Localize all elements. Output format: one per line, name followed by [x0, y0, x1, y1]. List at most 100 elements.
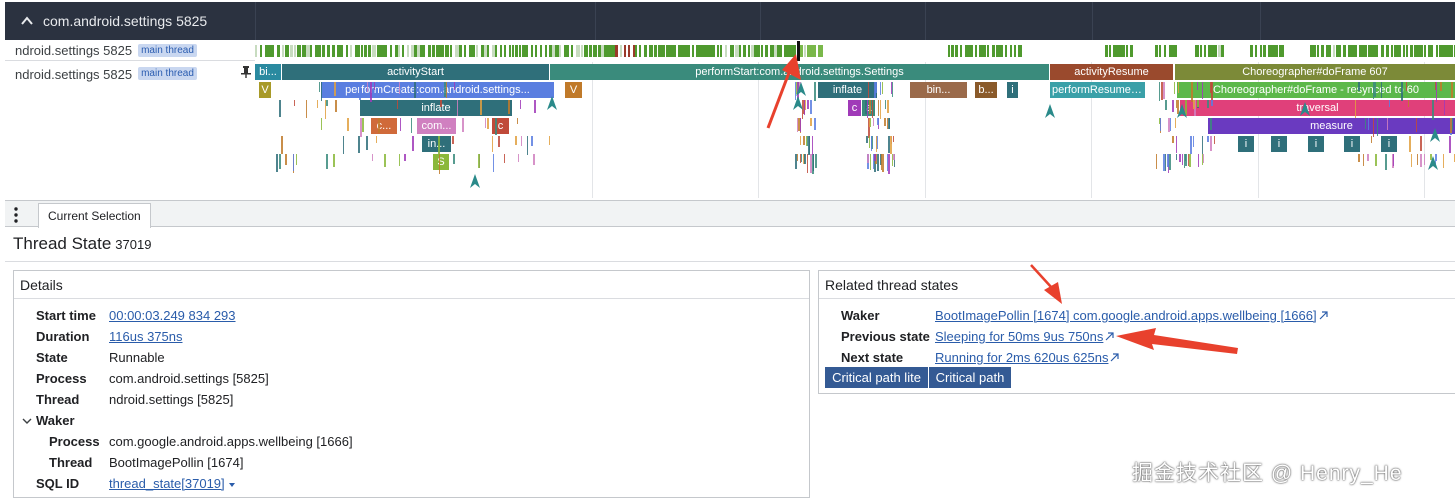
thread-state-segment[interactable]	[624, 45, 626, 57]
thread-state-segment[interactable]	[1355, 45, 1357, 57]
critical-path-lite-button[interactable]: Critical path lite	[825, 367, 928, 388]
thread-state-segment[interactable]	[432, 45, 435, 57]
thread-state-segment[interactable]	[720, 45, 722, 57]
thread-state-segment[interactable]	[581, 45, 583, 57]
trace-slice[interactable]: V	[565, 82, 582, 98]
thread-state-segment[interactable]	[1410, 45, 1413, 57]
thread-state-segment[interactable]	[593, 45, 597, 57]
thread-state-segment[interactable]	[1255, 45, 1257, 57]
thread-state-segment[interactable]	[1005, 45, 1007, 57]
trace-slice[interactable]: bin...	[910, 82, 967, 98]
thread-state-segment[interactable]	[428, 45, 431, 57]
thread-state-segment[interactable]	[322, 45, 325, 57]
thread-state-segment[interactable]	[346, 45, 348, 57]
external-link-icon[interactable]	[1319, 311, 1328, 320]
thread-state-segment[interactable]	[519, 45, 521, 57]
thread-state-segment[interactable]	[255, 45, 257, 57]
thread-state-segment[interactable]	[1381, 45, 1384, 57]
flow-arrow-icon[interactable]	[1430, 128, 1440, 142]
thread-state-segment[interactable]	[635, 45, 637, 57]
thread-state-segment[interactable]	[1200, 45, 1202, 57]
trace-slice[interactable]: V	[259, 82, 271, 98]
thread-state-segment[interactable]	[294, 45, 296, 57]
thread-state-segment[interactable]	[440, 45, 444, 57]
trace-slice[interactable]: activityResume	[1050, 64, 1173, 80]
trace-slice[interactable]: i	[1271, 136, 1287, 152]
thread-state-segment[interactable]	[385, 45, 387, 57]
waker-section-row[interactable]: Waker	[22, 410, 75, 431]
thread-state-segment[interactable]	[1263, 45, 1266, 57]
thread-state-segment[interactable]	[1436, 45, 1438, 57]
thread-state-segment[interactable]	[350, 45, 352, 57]
thread-state-segment[interactable]	[992, 45, 995, 57]
thread-state-segment[interactable]	[982, 45, 986, 57]
thread-state-segment[interactable]	[971, 45, 973, 57]
trace-slice[interactable]: bi...	[255, 64, 281, 80]
critical-path-button[interactable]: Critical path	[929, 367, 1011, 388]
thread-state-segment[interactable]	[327, 45, 330, 57]
trace-slice[interactable]: traversal	[1180, 100, 1455, 116]
thread-state-segment[interactable]	[1204, 45, 1206, 57]
thread-state-segment[interactable]	[1386, 45, 1389, 57]
thread-state-segment[interactable]	[361, 45, 363, 57]
thread-state-segment[interactable]	[739, 45, 741, 57]
pin-icon[interactable]	[241, 66, 251, 78]
thread-state-segment[interactable]	[368, 45, 371, 57]
thread-state-segment[interactable]	[1018, 45, 1022, 57]
thread-state-segment[interactable]	[495, 45, 497, 57]
trace-slice[interactable]: b...	[975, 82, 997, 98]
thread-state-segment[interactable]	[1333, 45, 1335, 57]
thread-state-segment[interactable]	[813, 45, 816, 57]
thread-state-segment[interactable]	[1406, 45, 1408, 57]
thread-state-segment[interactable]	[512, 45, 514, 57]
process-group-header[interactable]: com.android.settings 5825	[5, 2, 1455, 40]
thread-state-strip[interactable]	[255, 45, 1455, 57]
trace-slice[interactable]: in...	[422, 136, 451, 152]
thread-state-segment[interactable]	[545, 45, 547, 57]
trace-slice[interactable]: Choreographer#doFrame - resynced to 60	[1177, 82, 1455, 98]
thread-state-segment[interactable]	[504, 45, 506, 57]
thread-state-segment[interactable]	[1450, 45, 1453, 57]
thread-state-segment[interactable]	[1424, 45, 1426, 57]
thread-state-segment[interactable]	[282, 45, 284, 57]
thread-state-segment[interactable]	[717, 45, 719, 57]
start-time-link[interactable]: 00:00:03.249 834 293	[109, 305, 236, 326]
trace-slice[interactable]: activityStart	[282, 64, 549, 80]
thread-state-segment[interactable]	[1215, 45, 1217, 57]
trace-slice[interactable]: i	[1308, 136, 1324, 152]
thread-state-segment[interactable]	[1109, 45, 1111, 57]
thread-state-segment[interactable]	[407, 45, 409, 57]
thread-state-segment[interactable]	[1159, 45, 1161, 57]
trace-slice[interactable]: c...	[371, 118, 397, 134]
thread-state-segment[interactable]	[955, 45, 958, 57]
chevron-down-icon[interactable]	[22, 416, 32, 426]
thread-state-segment[interactable]	[615, 45, 618, 57]
thread-state-segment[interactable]	[297, 45, 301, 57]
thread-state-segment[interactable]	[473, 45, 475, 57]
thread-state-segment[interactable]	[487, 45, 489, 57]
slice-track-label[interactable]: ndroid.settings 5825 main thread	[5, 62, 255, 198]
sql-id-link[interactable]: thread_state[37019]	[109, 473, 225, 494]
thread-state-segment[interactable]	[692, 45, 694, 57]
thread-state-segment[interactable]	[372, 45, 376, 57]
trace-slice[interactable]: performCreate:com.android.settings...	[321, 82, 554, 98]
thread-state-segment[interactable]	[364, 45, 367, 57]
trace-slice[interactable]: i	[1344, 136, 1360, 152]
trace-slice[interactable]: measure	[1208, 118, 1455, 134]
flow-arrow-icon[interactable]	[1428, 156, 1438, 170]
thread-state-segment[interactable]	[1321, 45, 1324, 57]
thread-state-segment[interactable]	[1314, 45, 1316, 57]
thread-state-segment[interactable]	[688, 45, 690, 57]
trace-slice[interactable]: S	[433, 154, 449, 170]
thread-state-segment[interactable]	[398, 45, 400, 57]
thread-state-segment[interactable]	[1282, 45, 1284, 57]
thread-state-segment[interactable]	[1221, 45, 1224, 57]
dropdown-caret-icon[interactable]	[228, 481, 236, 489]
thread-state-segment[interactable]	[1250, 45, 1253, 57]
thread-state-segment[interactable]	[589, 45, 592, 57]
thread-state-segment[interactable]	[644, 45, 647, 57]
more-vert-icon[interactable]	[13, 207, 19, 223]
thread-state-segment[interactable]	[975, 45, 977, 57]
trace-slice[interactable]: performResume:...	[1050, 82, 1145, 98]
thread-state-segment[interactable]	[743, 45, 746, 57]
